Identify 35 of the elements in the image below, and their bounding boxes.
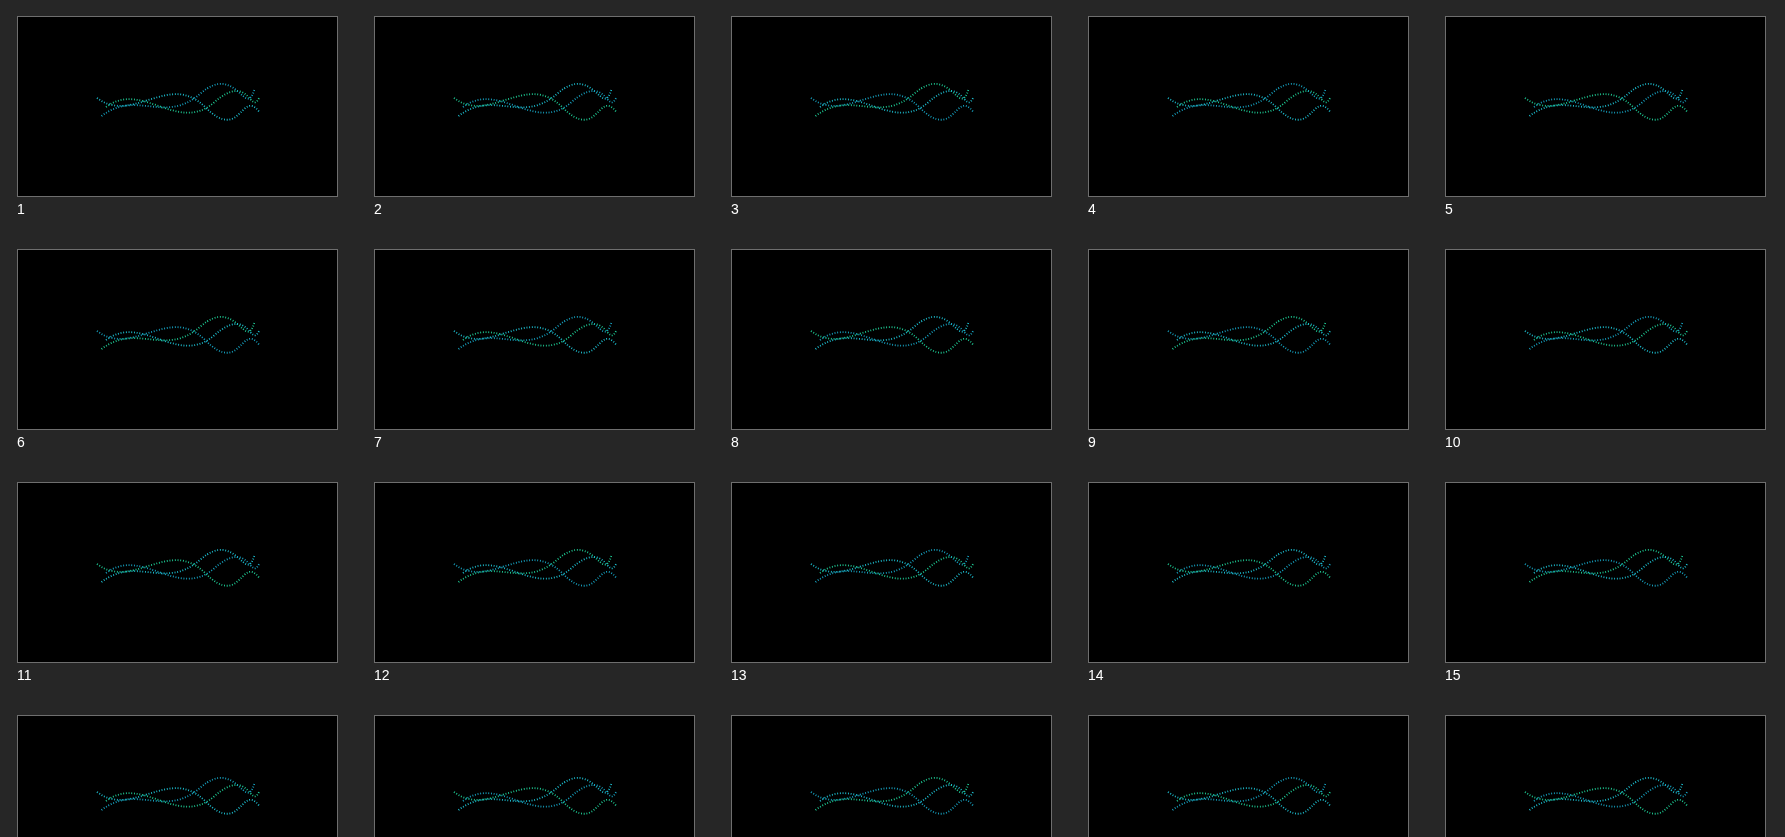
slide-thumbnail[interactable] (1088, 16, 1409, 197)
slide-number: 1 (17, 200, 25, 218)
slide-number: 9 (1088, 433, 1096, 451)
slide-thumbnail[interactable] (374, 482, 695, 663)
slide-number: 7 (374, 433, 382, 451)
slide-number: 8 (731, 433, 739, 451)
slide-thumbnail[interactable] (1088, 482, 1409, 663)
slide-thumbnail[interactable] (17, 482, 338, 663)
slide-number: 13 (731, 666, 747, 684)
slide-thumbnail[interactable] (1445, 16, 1766, 197)
slide-thumbnail[interactable] (1445, 715, 1766, 837)
slide-number: 4 (1088, 200, 1096, 218)
slide-thumbnail[interactable] (731, 482, 1052, 663)
slide-number: 14 (1088, 666, 1104, 684)
slide-number: 12 (374, 666, 390, 684)
slide-thumbnail[interactable] (1088, 249, 1409, 430)
slide-number: 2 (374, 200, 382, 218)
slide-thumbnail[interactable] (731, 249, 1052, 430)
slide-thumbnail[interactable] (1445, 482, 1766, 663)
slide-thumbnail[interactable] (374, 16, 695, 197)
slide-number: 6 (17, 433, 25, 451)
slide-number: 11 (17, 666, 32, 684)
slide-thumbnail[interactable] (1088, 715, 1409, 837)
slide-number: 3 (731, 200, 739, 218)
slide-number: 15 (1445, 666, 1461, 684)
slide-thumbnail[interactable] (731, 16, 1052, 197)
slide-thumbnail[interactable] (374, 249, 695, 430)
slide-thumbnail[interactable] (17, 715, 338, 837)
slide-thumbnail[interactable] (17, 249, 338, 430)
slide-thumbnail[interactable] (374, 715, 695, 837)
slide-thumbnail[interactable] (731, 715, 1052, 837)
slide-thumbnail[interactable] (17, 16, 338, 197)
slide-number: 10 (1445, 433, 1461, 451)
slide-thumbnail[interactable] (1445, 249, 1766, 430)
slide-number: 5 (1445, 200, 1453, 218)
